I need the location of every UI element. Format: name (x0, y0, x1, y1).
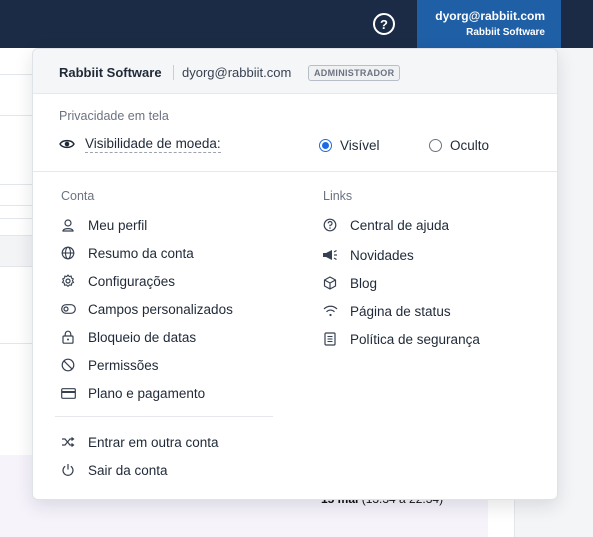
privacy-section-label: Privacidade em tela (59, 109, 169, 123)
menu-item-switch-account[interactable]: Entrar em outra conta (60, 432, 219, 452)
megaphone-icon (322, 247, 338, 263)
menu-item-label: Campos personalizados (88, 301, 233, 317)
menu-item-account-summary[interactable]: Resumo da conta (60, 243, 194, 263)
question-circle-icon (322, 217, 338, 233)
link-label: Blog (350, 275, 378, 291)
header-email: dyorg@rabbiit.com (182, 65, 292, 80)
menu-item-label: Bloqueio de datas (88, 329, 197, 345)
question-circle-icon: ? (380, 16, 388, 32)
header-separator (173, 65, 174, 80)
account-divider (55, 416, 273, 417)
credit-card-icon (60, 385, 76, 401)
toggle-icon (60, 301, 76, 317)
dropdown-header: Rabbiit Software dyorg@rabbiit.com ADMIN… (33, 49, 557, 94)
role-badge: ADMINISTRADOR (308, 65, 401, 81)
wifi-icon (322, 303, 338, 319)
currency-visibility-label: Visibilidade de moeda: (85, 136, 221, 153)
menu-item-label: Sair da conta (88, 462, 168, 478)
menu-item-sign-out[interactable]: Sair da conta (60, 460, 168, 480)
menu-item-date-lock[interactable]: Bloqueio de datas (60, 327, 196, 347)
menu-item-my-profile[interactable]: Meu perfil (60, 215, 147, 235)
section-divider (33, 171, 557, 172)
menu-item-label: Plano e pagamento (88, 385, 206, 401)
link-news[interactable]: Novidades (322, 245, 414, 265)
menu-item-label: Resumo da conta (88, 245, 194, 261)
account-dropdown: Rabbiit Software dyorg@rabbiit.com ADMIN… (32, 48, 558, 500)
link-label: Novidades (350, 247, 414, 263)
links-section-title: Links (323, 189, 353, 203)
radio-hidden-indicator[interactable] (429, 138, 442, 152)
link-label: Central de ajuda (350, 217, 450, 233)
top-bar: ? dyorg@rabbiit.com Rabbiit Software (0, 0, 593, 48)
ban-icon (60, 357, 76, 373)
menu-item-permissions[interactable]: Permissões (60, 355, 159, 375)
account-section-title: Conta (61, 189, 95, 203)
lock-icon (60, 329, 76, 345)
eye-icon (59, 138, 75, 150)
menu-item-plan-payment[interactable]: Plano e pagamento (60, 383, 205, 403)
menu-item-custom-fields[interactable]: Campos personalizados (60, 299, 233, 319)
link-help-center[interactable]: Central de ajuda (322, 215, 449, 235)
menu-item-settings[interactable]: Configurações (60, 271, 175, 291)
header-org-name: Rabbiit Software (59, 65, 162, 80)
radio-visible[interactable]: Visível (319, 136, 380, 154)
radio-hidden[interactable]: Oculto (429, 136, 489, 154)
account-org: Rabbiit Software (466, 27, 545, 38)
help-button[interactable]: ? (373, 13, 395, 35)
document-icon (322, 331, 338, 347)
menu-item-label: Meu perfil (88, 217, 148, 233)
cube-icon (322, 275, 338, 291)
account-email: dyorg@rabbiit.com (435, 9, 545, 23)
link-security-policy[interactable]: Política de segurança (322, 329, 480, 349)
link-status-page[interactable]: Página de status (322, 301, 451, 321)
gear-icon (60, 273, 76, 289)
currency-visibility-row: Visibilidade de moeda: Visível Oculto (59, 135, 539, 155)
shuffle-icon (60, 434, 76, 450)
user-icon (60, 217, 76, 233)
link-label: Página de status (350, 303, 451, 319)
link-blog[interactable]: Blog (322, 273, 377, 293)
radio-visible-label: Visível (340, 137, 380, 153)
menu-item-label: Configurações (88, 273, 176, 289)
menu-item-label: Entrar em outra conta (88, 434, 219, 450)
menu-item-label: Permissões (88, 357, 159, 373)
radio-visible-indicator[interactable] (319, 138, 332, 152)
power-icon (60, 462, 76, 478)
globe-icon (60, 245, 76, 261)
radio-hidden-label: Oculto (450, 137, 490, 153)
link-label: Política de segurança (350, 331, 480, 347)
account-menu-button[interactable]: dyorg@rabbiit.com Rabbiit Software (417, 0, 561, 48)
